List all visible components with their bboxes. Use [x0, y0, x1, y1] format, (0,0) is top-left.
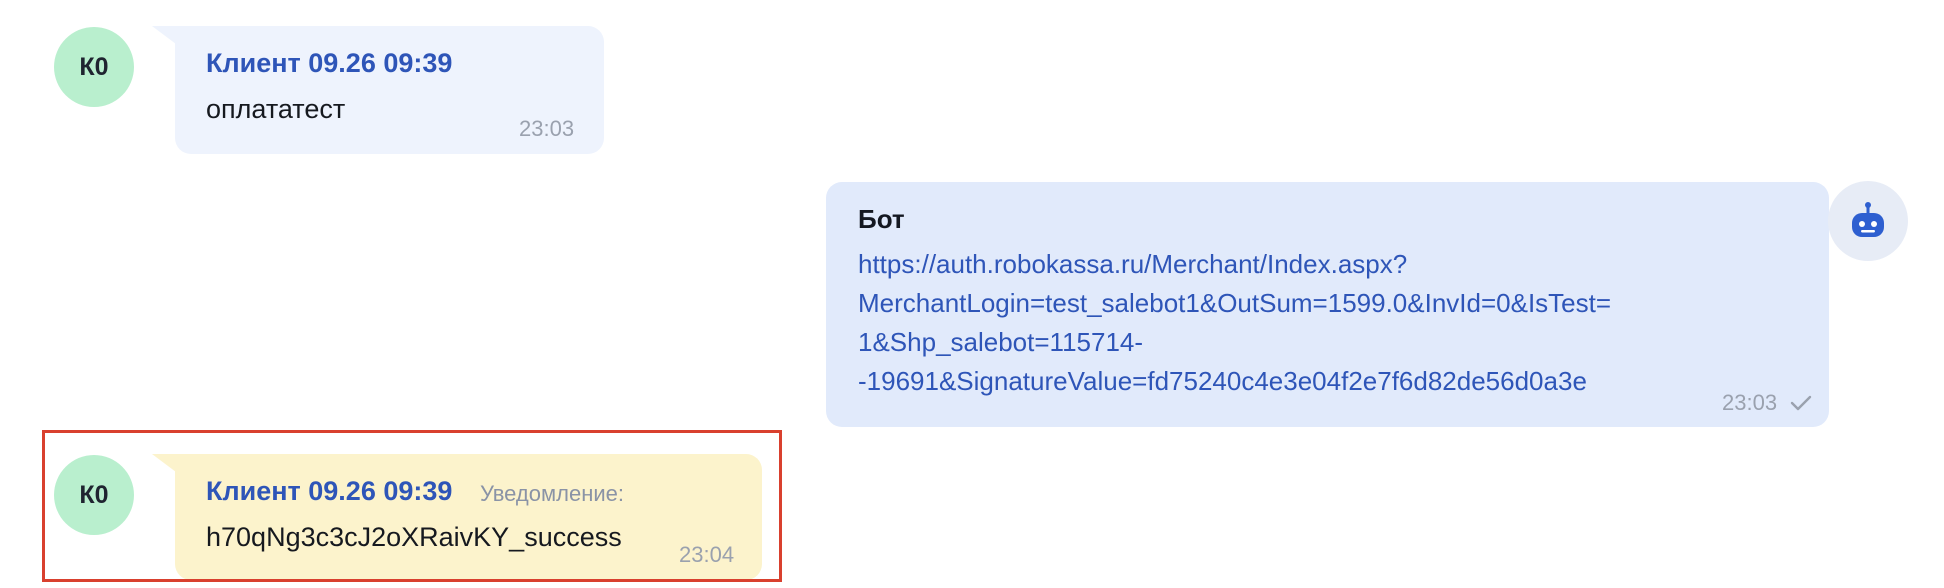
robot-icon	[1852, 202, 1884, 237]
bot-avatar[interactable]	[1828, 181, 1908, 261]
client-message[interactable]: Клиент 09.26 09:39 оплататест 23:03	[175, 26, 604, 154]
payment-link-line[interactable]: MerchantLogin=test_salebot1&OutSum=1599.…	[858, 284, 1611, 323]
selection-highlight	[42, 430, 782, 582]
payment-link-line[interactable]: https://auth.robokassa.ru/Merchant/Index…	[858, 245, 1407, 284]
payment-link-line[interactable]: 1&Shp_salebot=115714-	[858, 323, 1143, 362]
chat-history: К0 Клиент 09.26 09:39 оплататест 23:03 Б…	[0, 0, 1944, 588]
message-text: оплататест	[206, 94, 346, 124]
sender-name[interactable]: Клиент 09.26 09:39	[206, 48, 452, 79]
avatar-initials: К0	[79, 52, 109, 81]
bot-message[interactable]: Бот https://auth.robokassa.ru/Merchant/I…	[826, 182, 1829, 427]
client-avatar[interactable]: К0	[54, 27, 134, 107]
message-time: 23:03	[1722, 390, 1778, 415]
sender-name: Бот	[858, 204, 905, 234]
check-icon	[1790, 395, 1812, 411]
message-time: 23:03	[519, 116, 575, 141]
payment-link-line[interactable]: -19691&SignatureValue=fd75240c4e3e04f2e7…	[858, 362, 1587, 401]
